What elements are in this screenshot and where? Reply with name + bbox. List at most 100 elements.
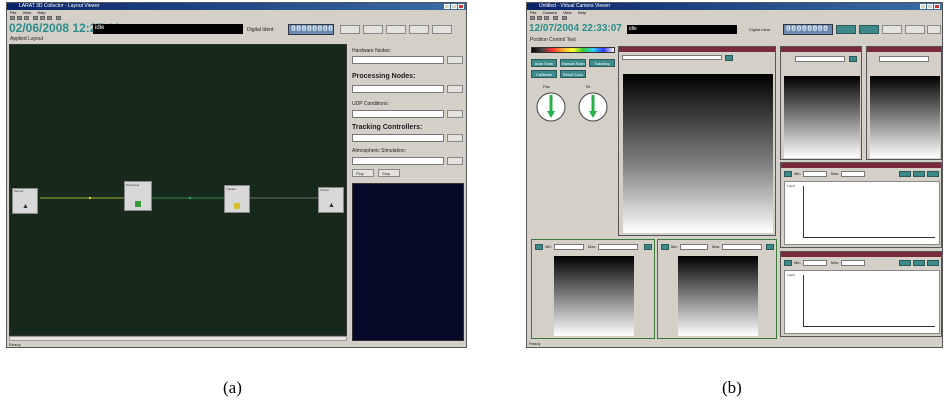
- close-button[interactable]: [934, 4, 940, 9]
- panel-apply-button[interactable]: [849, 56, 857, 62]
- plot-area[interactable]: 1.0e0: [784, 270, 940, 334]
- plot-button-a[interactable]: [899, 171, 911, 177]
- plot-button-b[interactable]: [913, 171, 925, 177]
- toolbar-button-2[interactable]: [859, 25, 879, 34]
- min-label: Min: [671, 244, 678, 249]
- plot-button-c[interactable]: [927, 171, 939, 177]
- tracking-controllers-select[interactable]: [352, 134, 444, 142]
- plot-mode-button[interactable]: [784, 260, 792, 266]
- max-field[interactable]: [841, 171, 865, 177]
- horizontal-scrollbar[interactable]: [9, 336, 347, 341]
- camera-image[interactable]: [678, 256, 758, 336]
- tracking-add-button[interactable]: [447, 134, 463, 142]
- max-field[interactable]: [722, 244, 762, 250]
- toolbar-button-5[interactable]: [432, 25, 452, 34]
- panel-header: [619, 47, 775, 52]
- save-icon[interactable]: [544, 16, 549, 20]
- max-field[interactable]: [841, 260, 865, 266]
- calibrate-button[interactable]: Calibrate: [531, 70, 557, 78]
- toolbar-button-2[interactable]: [363, 25, 383, 34]
- plot-tick: 1.0e0: [787, 184, 795, 188]
- node-sensor[interactable]: Sensor ▲: [12, 188, 38, 214]
- sub-label: Position Control Test: [530, 37, 576, 43]
- print-icon[interactable]: [553, 16, 558, 20]
- max-label: Max: [712, 244, 720, 249]
- plot-button-a[interactable]: [899, 260, 911, 266]
- min-field[interactable]: [680, 244, 708, 250]
- min-field[interactable]: [803, 260, 827, 266]
- toolbar-button-4[interactable]: [409, 25, 429, 34]
- min-label: Min: [545, 244, 552, 249]
- camera-image[interactable]: [623, 74, 773, 233]
- open-icon[interactable]: [17, 16, 22, 20]
- plot-panel-1: Min Max 1.0e0: [780, 162, 942, 248]
- camera-image[interactable]: [554, 256, 634, 336]
- zoom-slider[interactable]: [622, 55, 722, 60]
- node-icon: [135, 201, 141, 207]
- open-icon[interactable]: [537, 16, 542, 20]
- panel-apply-button[interactable]: [725, 55, 733, 61]
- min-field[interactable]: [803, 171, 827, 177]
- toolbar-button-1[interactable]: [836, 25, 856, 34]
- reset-cam-button[interactable]: Reset Cam: [560, 70, 586, 78]
- pan-gauge[interactable]: [536, 92, 566, 122]
- help-icon[interactable]: [562, 16, 567, 20]
- manual-scan-button[interactable]: Manual Scan: [560, 59, 586, 67]
- copy-icon[interactable]: [40, 16, 45, 20]
- statusbar-text: Ready: [9, 342, 21, 347]
- button-label: Play: [356, 171, 364, 176]
- plot-mode-button[interactable]: [784, 171, 792, 177]
- udp-conditions-select[interactable]: [352, 110, 444, 118]
- node-label: Sensor: [14, 189, 24, 193]
- node-output[interactable]: Output ▲: [318, 187, 344, 213]
- panel-apply-button[interactable]: [644, 244, 652, 250]
- processing-nodes-select[interactable]: [352, 85, 444, 93]
- new-icon[interactable]: [10, 16, 15, 20]
- hardware-nodes-select[interactable]: [352, 56, 444, 64]
- panel-field[interactable]: [879, 56, 929, 62]
- plot-area[interactable]: 1.0e0: [784, 181, 940, 245]
- play-button[interactable]: Play: [352, 169, 374, 177]
- camera-image[interactable]: [784, 76, 860, 158]
- atmospheric-select[interactable]: [352, 157, 444, 165]
- cut-icon[interactable]: [33, 16, 38, 20]
- help-icon[interactable]: [56, 16, 61, 20]
- udp-add-button[interactable]: [447, 110, 463, 118]
- camera-image[interactable]: [870, 76, 940, 158]
- node-label: Tracker: [226, 187, 237, 191]
- maximize-button[interactable]: [451, 4, 457, 9]
- close-button[interactable]: [458, 4, 464, 9]
- panel-mode-button[interactable]: [535, 244, 543, 250]
- layout-canvas[interactable]: Sensor ▲ Processor Tracker Output ▲: [9, 44, 347, 336]
- tilt-gauge[interactable]: [578, 92, 608, 122]
- toolbar-button-3[interactable]: [882, 25, 902, 34]
- node-processor[interactable]: Processor: [124, 181, 152, 211]
- min-label: Min: [794, 260, 801, 265]
- toolbar-button-4[interactable]: [905, 25, 925, 34]
- panel-field[interactable]: [795, 56, 845, 62]
- processing-add-button[interactable]: [447, 85, 463, 93]
- stop-button[interactable]: Stop: [378, 169, 400, 177]
- hardware-add-button[interactable]: [447, 56, 463, 64]
- plot-button-b[interactable]: [913, 260, 925, 266]
- toolbar-button-5[interactable]: [927, 25, 941, 34]
- max-label: Max: [831, 171, 839, 176]
- auto-scan-button[interactable]: Auto Scan: [531, 59, 557, 67]
- status-field: idle: [627, 25, 737, 34]
- min-field[interactable]: [554, 244, 584, 250]
- save-icon[interactable]: [24, 16, 29, 20]
- panel-apply-button[interactable]: [766, 244, 774, 250]
- tracking-button[interactable]: Tracking: [589, 59, 615, 67]
- toolbar-button-1[interactable]: [340, 25, 360, 34]
- maximize-button[interactable]: [927, 4, 933, 9]
- node-tracker[interactable]: Tracker: [224, 185, 250, 213]
- minimize-button[interactable]: [444, 4, 450, 9]
- toolbar-button-3[interactable]: [386, 25, 406, 34]
- minimize-button[interactable]: [920, 4, 926, 9]
- atmospheric-add-button[interactable]: [447, 157, 463, 165]
- plot-button-c[interactable]: [927, 260, 939, 266]
- new-icon[interactable]: [530, 16, 535, 20]
- paste-icon[interactable]: [47, 16, 52, 20]
- panel-mode-button[interactable]: [661, 244, 669, 250]
- max-field[interactable]: [598, 244, 638, 250]
